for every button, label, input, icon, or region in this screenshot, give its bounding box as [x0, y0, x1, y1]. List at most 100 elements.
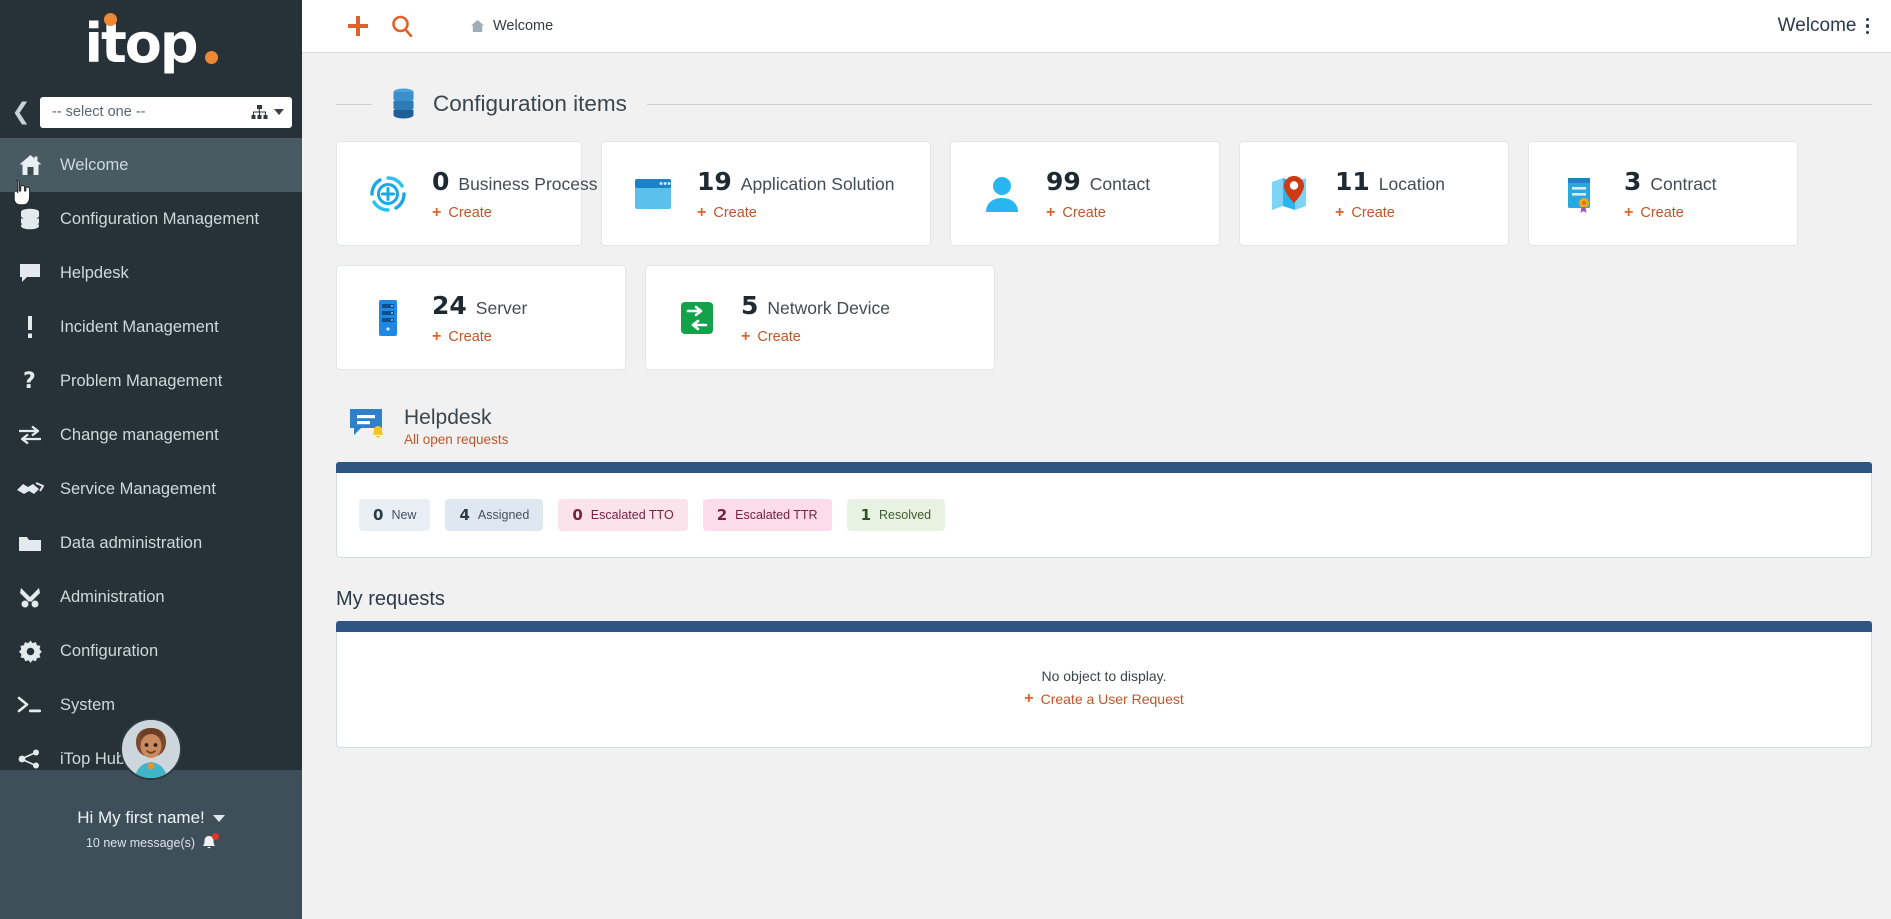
- kpi-name: Contact: [1090, 174, 1150, 195]
- empty-state-text: No object to display.: [1041, 668, 1166, 684]
- sidebar-item-label: System: [60, 696, 115, 715]
- user-greeting[interactable]: Hi My first name!: [77, 808, 225, 828]
- badge-label: Escalated TTO: [591, 508, 674, 522]
- configuration-items-header: Configuration items: [336, 67, 1872, 141]
- organization-select[interactable]: -- select one --: [40, 97, 292, 128]
- contact-person-icon: [977, 174, 1027, 214]
- helpdesk-title: Helpdesk: [404, 406, 508, 430]
- sidebar-item-service-management[interactable]: Service Management: [0, 462, 302, 516]
- kpi-card-network-device[interactable]: 5 Network Device + Create: [645, 265, 995, 370]
- business-process-icon: [363, 174, 413, 214]
- database-stack-icon: [390, 88, 417, 120]
- create-link[interactable]: + Create: [432, 329, 527, 345]
- bell-icon: [202, 835, 216, 850]
- kpi-name: Application Solution: [741, 174, 895, 195]
- kpi-count: 11: [1335, 167, 1370, 196]
- chevron-down-icon: [274, 109, 284, 115]
- sidebar-item-administration[interactable]: Administration: [0, 570, 302, 624]
- kpi-card-contact[interactable]: 99 Contact + Create: [950, 141, 1220, 246]
- user-greeting-label: Hi My first name!: [77, 808, 205, 828]
- plus-icon: +: [741, 329, 750, 345]
- helpdesk-header: Helpdesk All open requests: [336, 394, 1872, 458]
- kpi-count: 19: [697, 167, 732, 196]
- helpdesk-panel-body: 0 New 4 Assigned 0 Escalated TTO 2 Escal…: [336, 473, 1872, 558]
- create-link[interactable]: + Create: [1046, 205, 1150, 221]
- kpi-card-application-solution[interactable]: 19 Application Solution + Create: [601, 141, 931, 246]
- my-requests-panel-body: No object to display. + Create a User Re…: [336, 632, 1872, 748]
- kpi-card-business-process[interactable]: 0 Business Process + Create: [336, 141, 582, 246]
- bell-badge: [212, 833, 219, 840]
- page-title: Configuration items: [433, 91, 627, 117]
- top-bar: Welcome Welcome: [302, 0, 1891, 53]
- server-rack-icon: [363, 298, 413, 338]
- sidebar-item-configuration-management[interactable]: Configuration Management: [0, 192, 302, 246]
- search-icon[interactable]: [380, 4, 424, 48]
- terminal-prompt-icon: [0, 695, 60, 715]
- avatar[interactable]: [120, 718, 182, 780]
- create-link[interactable]: + Create: [1335, 205, 1445, 221]
- kebab-menu-icon[interactable]: [1866, 18, 1870, 35]
- plus-icon: +: [432, 329, 441, 345]
- sidebar-item-label: Problem Management: [60, 372, 222, 391]
- sidebar-item-problem-management[interactable]: ? Problem Management: [0, 354, 302, 408]
- create-link[interactable]: + Create: [697, 205, 895, 221]
- sidebar-item-label: Configuration: [60, 642, 158, 661]
- sidebar-item-data-administration[interactable]: Data administration: [0, 516, 302, 570]
- sidebar-item-change-management[interactable]: Change management: [0, 408, 302, 462]
- kpi-card-server[interactable]: 24 Server + Create: [336, 265, 626, 370]
- sidebar-item-incident-management[interactable]: Incident Management: [0, 300, 302, 354]
- kpi-count: 5: [741, 291, 758, 320]
- kpi-name: Business Process: [458, 174, 597, 195]
- badge-label: Assigned: [478, 508, 529, 522]
- org-chart-icon: [251, 105, 268, 120]
- kpi-card-row-2: 24 Server + Create: [336, 265, 1872, 370]
- status-badge-escalated-tto[interactable]: 0 Escalated TTO: [558, 499, 687, 531]
- badge-count: 2: [717, 506, 727, 524]
- divider-left: [336, 104, 372, 105]
- plus-icon[interactable]: [336, 4, 380, 48]
- breadcrumb[interactable]: Welcome: [470, 18, 553, 34]
- logo-text: itop: [84, 17, 196, 71]
- badge-count: 4: [459, 506, 469, 524]
- share-nodes-icon: [0, 749, 60, 769]
- helpdesk-subtitle[interactable]: All open requests: [404, 432, 508, 447]
- chevron-left-icon[interactable]: ❮: [8, 97, 34, 127]
- create-label: Create: [448, 205, 492, 221]
- kpi-name: Server: [476, 298, 528, 319]
- kpi-card-location[interactable]: 11 Location + Create: [1239, 141, 1509, 246]
- plus-icon: +: [697, 205, 706, 221]
- kpi-card-contract[interactable]: 3 Contract + Create: [1528, 141, 1798, 246]
- sidebar-item-configuration[interactable]: Configuration: [0, 624, 302, 678]
- speech-bubble-icon: [0, 262, 60, 284]
- sidebar-nav: Welcome Configuration Management Helpdes…: [0, 136, 302, 770]
- sidebar-item-welcome[interactable]: Welcome: [0, 138, 302, 192]
- plus-icon: +: [432, 205, 441, 221]
- gear-icon: [0, 640, 60, 663]
- create-user-request-link[interactable]: + Create a User Request: [1024, 691, 1184, 707]
- divider-right: [647, 104, 1872, 105]
- home-icon: [0, 154, 60, 177]
- sidebar-item-helpdesk[interactable]: Helpdesk: [0, 246, 302, 300]
- badge-count: 1: [861, 506, 871, 524]
- create-link[interactable]: + Create: [741, 329, 890, 345]
- status-badge-resolved[interactable]: 1 Resolved: [847, 499, 946, 531]
- create-link[interactable]: + Create: [1624, 205, 1717, 221]
- create-label: Create: [1640, 205, 1684, 221]
- app-logo[interactable]: itop: [0, 0, 302, 88]
- create-label: Create: [1351, 205, 1395, 221]
- status-badge-new[interactable]: 0 New: [359, 499, 430, 531]
- badge-label: New: [391, 508, 416, 522]
- new-messages[interactable]: 10 new message(s): [86, 835, 216, 850]
- create-link[interactable]: + Create: [432, 205, 598, 221]
- sidebar-item-label: Helpdesk: [60, 264, 129, 283]
- panel-header-bar: [336, 462, 1872, 473]
- create-label: Create: [448, 329, 492, 345]
- organization-selector-row: ❮ -- select one --: [0, 88, 302, 136]
- create-label: Create: [1062, 205, 1106, 221]
- empty-state: No object to display. + Create a User Re…: [337, 632, 1871, 747]
- status-badge-assigned[interactable]: 4 Assigned: [445, 499, 543, 531]
- status-badge-escalated-ttr[interactable]: 2 Escalated TTR: [703, 499, 832, 531]
- kpi-card-row-1: 0 Business Process + Create: [336, 141, 1872, 246]
- top-right-menu[interactable]: Welcome: [1778, 15, 1869, 37]
- kpi-name: Location: [1379, 174, 1445, 195]
